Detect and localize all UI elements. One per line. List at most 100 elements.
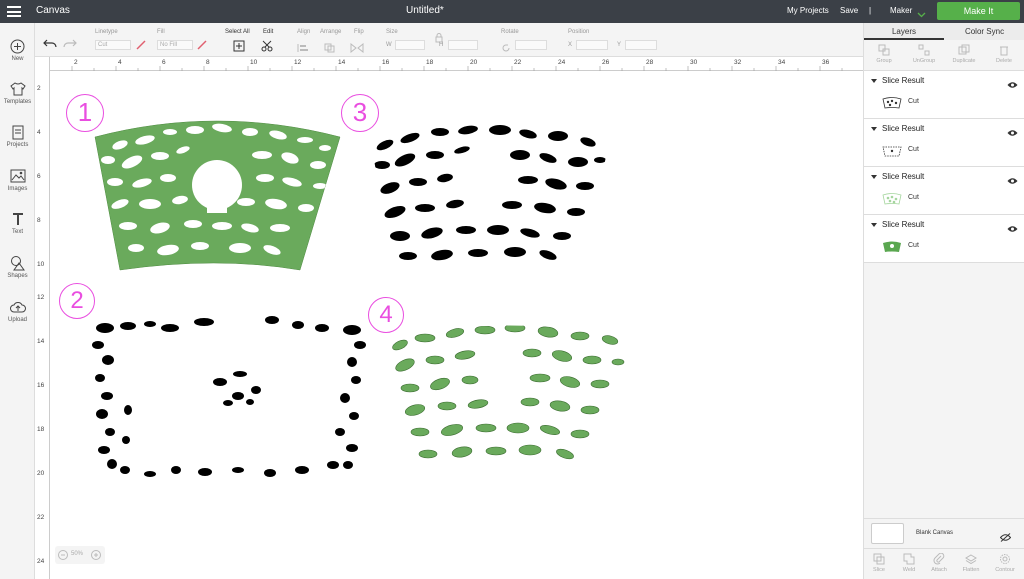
ruler-v-label: 14 xyxy=(37,338,45,345)
slice-button[interactable]: Slice xyxy=(864,553,894,573)
zoom-control: 50% xyxy=(55,546,105,564)
flatten-button[interactable]: Flatten xyxy=(956,553,986,573)
arrange-icon[interactable] xyxy=(324,40,338,58)
align-icon[interactable] xyxy=(296,40,310,58)
eye-icon[interactable] xyxy=(1007,220,1018,238)
design-4-green-spots[interactable] xyxy=(391,324,625,461)
left-sidebar: New Templates Projects Images Text Shape… xyxy=(0,23,35,579)
design-canvas[interactable]: 1 3 2 4 xyxy=(50,71,863,579)
blank-canvas-swatch[interactable] xyxy=(871,523,904,544)
fill-select[interactable]: No Fill xyxy=(157,40,193,50)
layer-bottom-tools: Slice Weld Attach Flatten Contour xyxy=(864,548,1024,579)
rotate-input[interactable] xyxy=(515,40,547,50)
delete-button[interactable]: Delete xyxy=(984,44,1024,64)
width-label: W xyxy=(386,42,392,48)
ruler-horizontal: 2 4 6 8 10 12 14 16 18 20 22 24 26 28 30… xyxy=(50,57,863,71)
ruler-h-label: 10 xyxy=(250,59,258,66)
ruler-h-label: 32 xyxy=(734,59,742,66)
my-projects-link[interactable]: My Projects xyxy=(787,6,829,15)
chevron-down-icon[interactable] xyxy=(917,6,926,24)
zoom-in-icon[interactable] xyxy=(91,550,101,562)
ruler-h-label: 8 xyxy=(206,59,210,66)
layer-thumbnail xyxy=(882,144,902,157)
ruler-v-label: 8 xyxy=(37,217,41,224)
sidebar-label-new: New xyxy=(11,56,24,62)
select-all-icon[interactable] xyxy=(233,39,245,57)
layer-title: Slice Result xyxy=(882,124,925,133)
layer-group[interactable]: Slice Result Cut xyxy=(864,119,1024,167)
delete-label: Delete xyxy=(996,58,1012,64)
layer-thumbnail xyxy=(882,240,902,252)
layer-title: Slice Result xyxy=(882,76,925,85)
y-input[interactable] xyxy=(625,40,657,50)
layer-title: Slice Result xyxy=(882,172,925,181)
make-it-button[interactable]: Make It xyxy=(937,2,1020,20)
eye-icon[interactable] xyxy=(1007,124,1018,142)
eye-icon[interactable] xyxy=(1007,172,1018,190)
ruler-v-label: 12 xyxy=(37,294,45,301)
layer-group[interactable]: Slice Result Cut xyxy=(864,71,1024,119)
caret-down-icon[interactable] xyxy=(871,175,877,179)
width-input[interactable] xyxy=(395,40,425,50)
edit-scissors-icon[interactable] xyxy=(261,39,275,57)
layer-group[interactable]: Slice Result Cut xyxy=(864,167,1024,215)
x-input[interactable] xyxy=(576,40,608,50)
sidebar-item-text[interactable]: Text xyxy=(0,211,35,235)
sidebar-label-upload: Upload xyxy=(7,317,27,323)
caret-down-icon[interactable] xyxy=(871,79,877,83)
layer-group[interactable]: Slice Result Cut xyxy=(864,215,1024,263)
layer-thumbnail xyxy=(882,96,902,109)
ruler-h-label: 20 xyxy=(470,59,478,66)
ruler-h-label: 30 xyxy=(690,59,698,66)
design-2-border-spots[interactable] xyxy=(92,316,366,477)
zoom-out-icon[interactable] xyxy=(58,550,68,562)
sidebar-item-new[interactable]: New xyxy=(0,38,35,62)
design-3-black-spots[interactable] xyxy=(374,124,606,262)
ruler-v-label: 18 xyxy=(37,426,45,433)
image-icon xyxy=(10,168,26,184)
ruler-v-label: 20 xyxy=(37,470,45,477)
sidebar-item-shapes[interactable]: Shapes xyxy=(0,255,35,279)
projects-icon xyxy=(10,124,26,140)
eye-icon[interactable] xyxy=(1007,76,1018,94)
duplicate-button[interactable]: Duplicate xyxy=(944,44,984,64)
trash-icon xyxy=(1000,46,1008,56)
blank-canvas-row[interactable]: Blank Canvas xyxy=(864,518,1024,548)
fill-label: Fill xyxy=(157,29,165,35)
sidebar-label-images: Images xyxy=(7,186,28,192)
redo-icon[interactable] xyxy=(63,35,77,53)
flatten-icon xyxy=(965,554,977,565)
contour-button[interactable]: Contour xyxy=(990,553,1020,573)
ungroup-label: UnGroup xyxy=(912,58,936,64)
x-label: X xyxy=(568,42,573,48)
machine-selector[interactable]: Maker xyxy=(890,6,912,15)
linetype-color-swatch[interactable] xyxy=(135,38,147,56)
height-input[interactable] xyxy=(448,40,478,50)
linetype-select[interactable]: Cut xyxy=(95,40,131,50)
caret-down-icon[interactable] xyxy=(871,127,877,131)
caret-down-icon[interactable] xyxy=(871,223,877,227)
text-icon xyxy=(10,211,26,227)
rotate-icon[interactable] xyxy=(501,40,511,58)
undo-icon[interactable] xyxy=(43,35,57,53)
layer-operation: Cut xyxy=(908,194,919,201)
tab-layers[interactable]: Layers xyxy=(864,23,944,40)
sidebar-item-upload[interactable]: Upload xyxy=(0,299,35,323)
sidebar-item-images[interactable]: Images xyxy=(0,168,35,192)
save-button[interactable]: Save xyxy=(840,6,858,15)
flip-icon[interactable] xyxy=(350,40,364,58)
linetype-label: Linetype xyxy=(95,29,118,35)
menu-icon[interactable] xyxy=(7,6,21,17)
upload-icon xyxy=(9,299,26,315)
group-button[interactable]: Group xyxy=(864,44,904,64)
fill-color-swatch[interactable] xyxy=(196,38,208,56)
sidebar-item-templates[interactable]: Templates xyxy=(0,81,35,105)
tab-color-sync[interactable]: Color Sync xyxy=(944,23,1024,40)
sidebar-item-projects[interactable]: Projects xyxy=(0,124,35,148)
weld-button[interactable]: Weld xyxy=(894,553,924,573)
ungroup-button[interactable]: UnGroup xyxy=(904,44,944,64)
slice-icon xyxy=(873,553,885,565)
design-1-green-tumbler[interactable] xyxy=(94,120,341,271)
eye-hidden-icon[interactable] xyxy=(999,529,1012,547)
attach-button[interactable]: Attach xyxy=(924,552,954,573)
